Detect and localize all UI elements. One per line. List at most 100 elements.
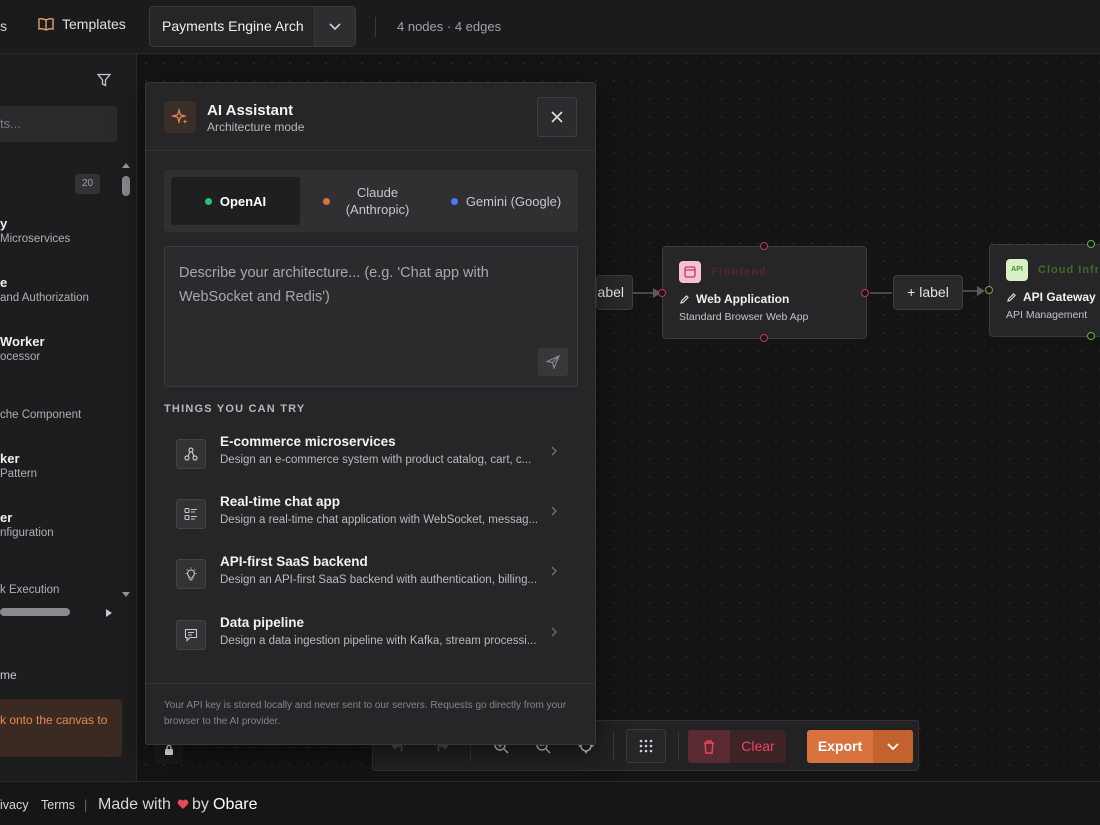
export-label: Export bbox=[817, 738, 863, 754]
provider-tab-claude[interactable]: Claude (Anthropic) bbox=[310, 177, 430, 225]
footer-separator: | bbox=[84, 798, 88, 812]
component-sidebar: ts... 20 y Microservices e and Authoriza… bbox=[0, 54, 137, 781]
node-subtitle: API Management bbox=[1006, 309, 1088, 321]
provider-label: OpenAI bbox=[219, 193, 267, 209]
export-menu-button[interactable] bbox=[873, 730, 913, 763]
sidebar-item-desc: Pattern bbox=[0, 468, 38, 480]
scroll-down-icon[interactable] bbox=[119, 590, 133, 600]
node-category: Cloud Infra bbox=[1038, 264, 1100, 276]
project-dropdown-button[interactable] bbox=[314, 7, 355, 46]
api-key-notice: Your API key is stored locally and never… bbox=[146, 683, 595, 730]
privacy-link[interactable]: ivacy bbox=[0, 798, 28, 812]
brand-link[interactable]: Obare bbox=[213, 796, 257, 814]
clear-button[interactable]: Clear bbox=[688, 730, 786, 763]
suggestion-desc: Design a data ingestion pipeline with Ka… bbox=[220, 635, 537, 647]
provider-tab-gemini[interactable]: Gemini (Google) bbox=[440, 177, 572, 225]
export-button[interactable]: Export bbox=[807, 730, 913, 763]
clear-label: Clear bbox=[741, 738, 775, 754]
pen-icon bbox=[1007, 292, 1016, 302]
chevron-right-icon bbox=[551, 566, 557, 576]
toolbar-divider bbox=[613, 731, 614, 761]
provider-tab-openai[interactable]: OpenAI bbox=[171, 177, 300, 225]
suggestion-title: Data pipeline bbox=[220, 615, 305, 630]
pen-icon bbox=[680, 294, 689, 304]
send-button[interactable] bbox=[538, 348, 568, 376]
suggestions-heading: THINGS YOU CAN TRY bbox=[164, 403, 306, 415]
grid-toggle-button[interactable] bbox=[626, 729, 666, 763]
ai-assistant-panel: AI Assistant Architecture mode OpenAI Cl… bbox=[145, 82, 596, 745]
filter-icon[interactable] bbox=[97, 73, 111, 87]
suggestion-item[interactable]: API-first SaaS backend Design an API-fir… bbox=[164, 548, 578, 602]
node-api-gateway[interactable]: API Cloud Infra API Gateway API Manageme… bbox=[985, 240, 1100, 340]
toolbar-divider bbox=[375, 17, 376, 37]
sidebar-item-title: er bbox=[0, 510, 13, 525]
panel-subtitle: Architecture mode bbox=[207, 120, 305, 134]
templates-button[interactable]: Templates bbox=[38, 16, 126, 32]
book-icon bbox=[38, 17, 54, 31]
sidebar-item-title: y bbox=[0, 216, 8, 231]
chevron-down-icon bbox=[887, 742, 899, 750]
suggestion-desc: Design an API-first SaaS backend with au… bbox=[220, 574, 538, 586]
prompt-placeholder: Describe your architecture... (e.g. 'Cha… bbox=[179, 265, 489, 305]
chevron-right-icon bbox=[551, 446, 557, 456]
horizontal-scrollbar-thumb[interactable] bbox=[0, 608, 70, 616]
send-icon bbox=[546, 355, 560, 369]
suggestion-item[interactable]: Real-time chat app Design a real-time ch… bbox=[164, 488, 578, 542]
node-handle-top[interactable] bbox=[1087, 240, 1095, 248]
edge-label[interactable]: abel bbox=[596, 275, 633, 310]
sidebar-item-title: Worker bbox=[0, 334, 45, 349]
footer: ivacy Terms | Made with by Obare bbox=[0, 781, 1100, 825]
status-dot bbox=[450, 197, 458, 205]
suggestion-title: Real-time chat app bbox=[220, 494, 341, 509]
sidebar-item-desc: ocessor bbox=[0, 351, 41, 363]
node-handle-right[interactable] bbox=[861, 289, 869, 297]
node-title: API Gateway bbox=[1006, 290, 1096, 304]
node-category: Frontend bbox=[711, 266, 767, 278]
nav-item-partial[interactable]: s bbox=[0, 18, 7, 34]
drag-hint: k onto the canvas to bbox=[0, 699, 122, 757]
node-title: Web Application bbox=[679, 292, 789, 306]
architecture-prompt-input[interactable]: Describe your architecture... (e.g. 'Cha… bbox=[164, 246, 578, 387]
scrollbar-thumb[interactable] bbox=[122, 176, 130, 196]
sidebar-item-desc: che Component bbox=[0, 409, 82, 421]
scroll-up-icon[interactable] bbox=[119, 160, 133, 170]
scroll-right-icon[interactable] bbox=[104, 608, 114, 618]
suggestion-title: E-commerce microservices bbox=[220, 434, 396, 449]
network-icon bbox=[176, 439, 206, 469]
sparkle-icon bbox=[164, 101, 196, 133]
api-icon: API bbox=[1006, 259, 1028, 281]
terms-link[interactable]: Terms bbox=[41, 798, 75, 812]
by-text: by bbox=[192, 796, 209, 813]
edge-label[interactable]: + label bbox=[893, 275, 963, 310]
list-icon bbox=[176, 499, 206, 529]
project-name: Payments Engine Arch bbox=[162, 18, 304, 34]
sidebar-footer-label: me bbox=[0, 668, 17, 682]
heart-icon bbox=[177, 799, 189, 809]
node-handle-left[interactable] bbox=[985, 286, 993, 294]
top-bar: s Templates Payments Engine Arch 4 nodes… bbox=[0, 0, 1100, 54]
close-button[interactable] bbox=[537, 97, 577, 137]
status-dot bbox=[204, 197, 212, 205]
node-web-application[interactable]: Frontend Web Application Standard Browse… bbox=[658, 242, 869, 342]
sidebar-scrollbar[interactable] bbox=[119, 160, 133, 600]
sidebar-item-desc: and Authorization bbox=[0, 292, 89, 304]
project-select[interactable]: Payments Engine Arch bbox=[149, 6, 356, 47]
node-handle-bottom[interactable] bbox=[760, 334, 768, 342]
node-handle-left[interactable] bbox=[658, 289, 666, 297]
suggestion-item[interactable]: E-commerce microservices Design an e-com… bbox=[164, 428, 578, 482]
trash-icon bbox=[688, 730, 730, 763]
panel-title: AI Assistant bbox=[207, 102, 294, 119]
close-icon bbox=[551, 111, 563, 123]
node-subtitle: Standard Browser Web App bbox=[679, 311, 809, 323]
component-search-input[interactable]: ts... bbox=[0, 106, 117, 142]
node-handle-bottom[interactable] bbox=[1087, 332, 1095, 340]
suggestion-desc: Design an e-commerce system with product… bbox=[220, 454, 532, 466]
chat-icon bbox=[176, 620, 206, 650]
node-title-text: API Gateway bbox=[1023, 290, 1096, 304]
sidebar-item-desc: k Execution bbox=[0, 584, 60, 596]
suggestion-item[interactable]: Data pipeline Design a data ingestion pi… bbox=[164, 609, 578, 663]
panel-header: AI Assistant Architecture mode bbox=[146, 83, 595, 151]
templates-label: Templates bbox=[62, 16, 126, 32]
node-handle-top[interactable] bbox=[760, 242, 768, 250]
sidebar-item-title: e bbox=[0, 275, 8, 290]
